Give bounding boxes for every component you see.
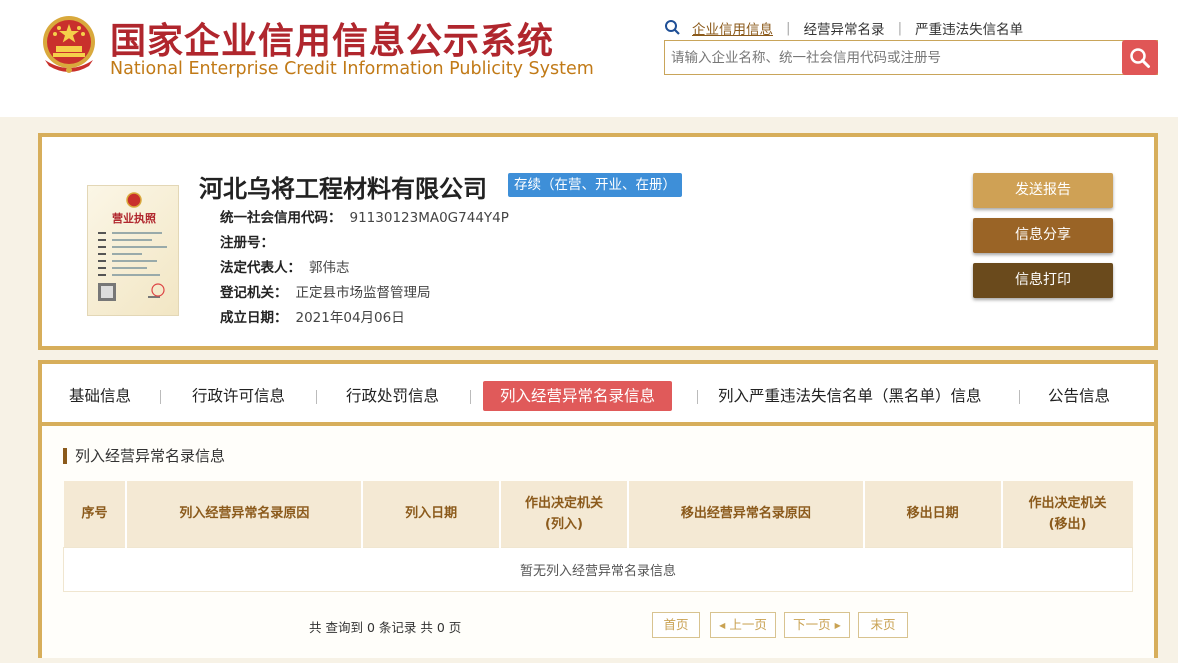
info-row-reg-no: 注册号：	[220, 231, 282, 251]
info-value: 2021年04月06日	[295, 310, 405, 326]
next-page-label: 下一页	[793, 617, 831, 632]
column-header: 作出决定机关 (列入)	[500, 481, 629, 547]
info-row-authority: 登记机关： 正定县市场监督管理局	[220, 281, 431, 301]
search-button[interactable]	[1122, 40, 1158, 75]
column-header: 列入日期	[362, 481, 502, 547]
section-title: 列入经营异常名录信息	[63, 448, 225, 464]
tab-separator	[1019, 390, 1020, 404]
tab-announcements[interactable]: 公告信息	[1048, 381, 1110, 411]
tab-abnormal-list[interactable]: 列入经营异常名录信息	[483, 381, 673, 411]
top-nav: 企业信用信息 | 经营异常名录 | 严重违法失信名单	[664, 18, 1023, 38]
license-title: 营业执照	[112, 211, 156, 225]
info-row-legal-rep: 法定代表人： 郭伟志	[220, 256, 350, 276]
info-value: 正定县市场监督管理局	[295, 285, 431, 301]
info-value: 91130123MA0G744Y4P	[349, 210, 509, 226]
prev-page-button[interactable]: ◀ 上一页	[710, 612, 776, 638]
column-header: 作出决定机关 (移出)	[1001, 481, 1133, 547]
print-info-button[interactable]: 信息打印	[973, 263, 1113, 298]
tab-separator	[160, 390, 161, 404]
empty-message: 暂无列入经营异常名录信息	[63, 546, 1133, 592]
company-card: 营业执照 河北乌将工程材料有限公司 存续（在营、开业、在册） 统一社会信用代码：…	[38, 133, 1158, 350]
site-title-en: National Enterprise Credit Information P…	[110, 59, 594, 79]
site-header: 国家企业信用信息公示系统 National Enterprise Credit …	[0, 0, 1178, 117]
search-input[interactable]	[665, 41, 1123, 74]
search-icon	[1130, 47, 1150, 68]
nav-link-abnormal-list[interactable]: 经营异常名录	[804, 18, 885, 38]
info-row-credit-code: 统一社会信用代码： 91130123MA0G744Y4P	[220, 206, 509, 226]
search-bar	[664, 40, 1158, 75]
info-panel: 基础信息 行政许可信息 行政处罚信息 列入经营异常名录信息 列入严重违法失信名单…	[38, 360, 1158, 658]
table-header-row: 序号 列入经营异常名录原因 列入日期 作出决定机关 (列入) 移出经营异常名录原…	[63, 481, 1133, 547]
info-row-established: 成立日期： 2021年04月06日	[220, 306, 405, 326]
column-header: 移出经营异常名录原因	[627, 481, 865, 547]
column-header: 移出日期	[863, 481, 1003, 547]
table-row: 暂无列入经营异常名录信息	[63, 546, 1133, 592]
info-value: 郭伟志	[309, 260, 350, 276]
tab-separator	[316, 390, 317, 404]
tab-separator	[470, 390, 471, 404]
send-report-button[interactable]: 发送报告	[973, 173, 1113, 208]
tab-admin-license[interactable]: 行政许可信息	[192, 381, 285, 411]
first-page-button[interactable]: 首页	[652, 612, 700, 638]
column-header: 列入经营异常名录原因	[126, 481, 364, 547]
tab-admin-penalty[interactable]: 行政处罚信息	[346, 381, 439, 411]
status-badge: 存续（在营、开业、在册）	[508, 173, 682, 197]
pager-info: 共 查询到 0 条记录 共 0 页	[309, 620, 462, 635]
tab-bar: 基础信息 行政许可信息 行政处罚信息 列入经营异常名录信息 列入严重违法失信名单…	[42, 364, 1154, 426]
abnormal-list-table: 序号 列入经营异常名录原因 列入日期 作出决定机关 (列入) 移出经营异常名录原…	[63, 481, 1133, 592]
info-label: 登记机关：	[220, 285, 288, 301]
company-name: 河北乌将工程材料有限公司	[199, 175, 487, 203]
info-label: 注册号：	[220, 235, 274, 251]
column-header: 序号	[63, 481, 128, 547]
chevron-right-icon: ▶	[834, 621, 841, 630]
national-emblem-icon	[43, 16, 95, 73]
business-license-image: 营业执照	[87, 185, 179, 316]
nav-link-credit-info[interactable]: 企业信用信息	[692, 18, 773, 38]
tab-blacklist[interactable]: 列入严重违法失信名单（黑名单）信息	[718, 381, 982, 411]
info-label: 法定代表人：	[220, 260, 301, 276]
license-illustration: 营业执照	[98, 192, 167, 301]
tab-content: 列入经营异常名录信息 序号 列入经营异常名录原因 列入日期 作出决定机关 (列入…	[42, 426, 1154, 658]
last-page-button[interactable]: 末页	[858, 612, 908, 638]
prev-page-label: 上一页	[729, 617, 767, 632]
tab-basic-info[interactable]: 基础信息	[69, 381, 131, 411]
chevron-left-icon: ◀	[719, 621, 726, 630]
info-label: 统一社会信用代码：	[220, 210, 342, 226]
site-title-cn: 国家企业信用信息公示系统	[110, 21, 555, 62]
share-info-button[interactable]: 信息分享	[973, 218, 1113, 253]
search-icon	[665, 20, 680, 35]
next-page-button[interactable]: 下一页 ▶	[784, 612, 850, 638]
tab-separator	[697, 390, 698, 404]
nav-separator: |	[786, 20, 791, 36]
nav-link-blacklist[interactable]: 严重违法失信名单	[915, 18, 1023, 38]
info-label: 成立日期：	[220, 310, 288, 326]
nav-separator: |	[897, 20, 903, 36]
